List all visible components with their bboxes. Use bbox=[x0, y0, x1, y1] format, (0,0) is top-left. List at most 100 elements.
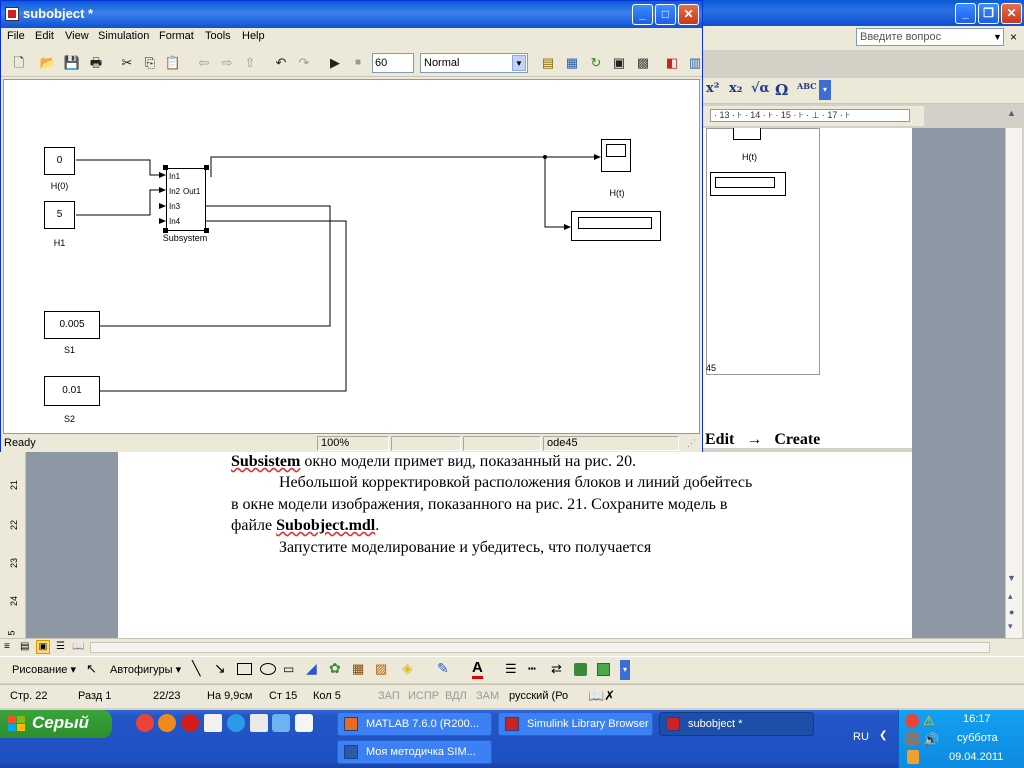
toolbar-options-icon[interactable]: ▾ bbox=[819, 80, 831, 100]
scope-block[interactable] bbox=[601, 139, 631, 172]
tray-network-icon[interactable] bbox=[905, 732, 919, 746]
scroll-down-icon[interactable]: ▼ bbox=[1007, 573, 1016, 583]
toolbar-options-icon[interactable]: ▾ bbox=[620, 660, 630, 680]
stop-time-input[interactable]: 60 bbox=[372, 53, 414, 73]
normal-view-icon[interactable]: ≡ bbox=[4, 641, 10, 652]
start-button[interactable]: Серый bbox=[0, 710, 112, 738]
3d-style-icon[interactable] bbox=[597, 663, 610, 676]
next-page-icon[interactable]: ▾ bbox=[1008, 621, 1013, 632]
line-style-icon[interactable]: ☰ bbox=[505, 661, 517, 677]
library-browser-icon[interactable]: ◧ bbox=[662, 53, 682, 73]
start-simulation-icon[interactable]: ▶ bbox=[325, 53, 345, 73]
build-icon[interactable]: ▤ bbox=[538, 53, 558, 73]
hscroll-track[interactable] bbox=[90, 642, 990, 653]
model-explorer-icon[interactable]: ▣ bbox=[609, 53, 629, 73]
subsystem-block[interactable]: In1 In2 In3 In4 Out1 bbox=[166, 168, 206, 231]
open-icon[interactable]: 📂 bbox=[38, 53, 58, 73]
vertical-scrollbar[interactable] bbox=[1005, 128, 1022, 678]
constant-block-h0[interactable]: 0 bbox=[44, 147, 75, 175]
quicklaunch-desktop-icon[interactable] bbox=[204, 714, 222, 732]
close-button[interactable]: ✕ bbox=[678, 4, 699, 25]
spellcheck-button[interactable]: ABC bbox=[797, 81, 816, 101]
line-color-icon[interactable]: ✎ bbox=[437, 660, 449, 677]
omega-symbol-button[interactable]: Ω bbox=[775, 81, 788, 101]
print-view-icon[interactable]: ▣ bbox=[36, 640, 50, 654]
menu-tools[interactable]: Tools bbox=[205, 30, 231, 42]
status-rec[interactable]: ЗАП bbox=[378, 690, 400, 702]
draw-menu[interactable]: Рисование ▾ bbox=[12, 663, 76, 676]
forward-icon[interactable]: ⇨ bbox=[217, 53, 237, 73]
status-extend[interactable]: ВДЛ bbox=[445, 690, 467, 702]
print-icon[interactable]: 🖶 bbox=[86, 53, 106, 73]
minimize-button[interactable]: _ bbox=[632, 4, 653, 25]
refresh-icon[interactable]: ↻ bbox=[586, 53, 606, 73]
superscript-button[interactable]: x² bbox=[706, 81, 719, 101]
clipart-icon[interactable]: ▦ bbox=[352, 661, 364, 677]
browse-object-icon[interactable]: ● bbox=[1009, 607, 1014, 617]
quicklaunch-app-icon[interactable] bbox=[272, 714, 290, 732]
status-overtype[interactable]: ЗАМ bbox=[476, 690, 499, 702]
model-browser-icon[interactable]: ▥ bbox=[685, 53, 705, 73]
subscript-button[interactable]: x₂ bbox=[729, 81, 742, 101]
horizontal-scrollbar[interactable]: ≡ ▤ ▣ ☰ 📖 bbox=[0, 638, 1024, 656]
volume-icon[interactable]: 🔊 bbox=[923, 732, 939, 748]
menu-simulation[interactable]: Simulation bbox=[98, 30, 149, 42]
constant-block-s2[interactable]: 0.01 bbox=[44, 376, 100, 406]
quicklaunch-firefox-icon[interactable] bbox=[158, 714, 176, 732]
outline-view-icon[interactable]: ☰ bbox=[56, 641, 65, 652]
equation-button[interactable]: √α bbox=[751, 81, 770, 101]
menu-edit[interactable]: Edit bbox=[35, 30, 54, 42]
reading-view-icon[interactable]: 📖 bbox=[72, 641, 84, 652]
paste-icon[interactable]: 📋 bbox=[163, 53, 183, 73]
arrow-tool-icon[interactable]: ↘ bbox=[214, 660, 226, 677]
shadow-style-icon[interactable] bbox=[574, 663, 587, 676]
simulink-titlebar[interactable]: subobject * _ □ ✕ bbox=[1, 1, 702, 28]
font-color-icon[interactable]: A bbox=[472, 659, 483, 679]
constant-block-s1[interactable]: 0.005 bbox=[44, 311, 100, 339]
spelling-status-icon[interactable]: 📖✗ bbox=[588, 688, 615, 704]
line-tool-icon[interactable]: ╲ bbox=[192, 660, 200, 677]
word-close-button[interactable]: ✕ bbox=[1001, 3, 1022, 24]
prev-page-icon[interactable]: ▴ bbox=[1008, 591, 1013, 602]
dash-style-icon[interactable]: ┅ bbox=[528, 661, 536, 677]
language-indicator[interactable]: RU bbox=[853, 731, 869, 743]
quicklaunch-opera2-icon[interactable] bbox=[181, 714, 199, 732]
back-icon[interactable]: ⇦ bbox=[194, 53, 214, 73]
stop-simulation-icon[interactable]: ■ bbox=[348, 53, 368, 73]
display-block[interactable] bbox=[571, 211, 661, 241]
chevron-down-icon[interactable]: ▼ bbox=[992, 29, 1003, 45]
diagram-icon[interactable]: ✿ bbox=[329, 660, 341, 677]
tray-app-icon[interactable] bbox=[907, 750, 919, 764]
copy-icon[interactable]: ⎘ bbox=[140, 53, 160, 73]
autoshapes-menu[interactable]: Автофигуры ▾ bbox=[110, 663, 181, 676]
picture-icon[interactable]: ▨ bbox=[375, 661, 387, 677]
rectangle-tool-icon[interactable] bbox=[237, 663, 252, 675]
resize-grip-icon[interactable]: ⋰ bbox=[687, 438, 696, 449]
web-view-icon[interactable]: ▤ bbox=[20, 641, 29, 652]
up-level-icon[interactable]: ⇧ bbox=[240, 53, 260, 73]
menu-file[interactable]: File bbox=[7, 30, 25, 42]
redo-icon[interactable]: ↷ bbox=[294, 53, 314, 73]
taskbar-button-matlab[interactable]: MATLAB 7.6.0 (R200... bbox=[337, 712, 492, 736]
menu-format[interactable]: Format bbox=[159, 30, 194, 42]
save-icon[interactable]: 💾 bbox=[62, 53, 82, 73]
status-track[interactable]: ИСПР bbox=[408, 690, 439, 702]
undo-icon[interactable]: ↶ bbox=[271, 53, 291, 73]
arrow-style-icon[interactable]: ⇄ bbox=[551, 661, 562, 677]
word-ask-question-input[interactable]: Введите вопрос bbox=[856, 28, 1004, 46]
constant-block-h1[interactable]: 5 bbox=[44, 201, 75, 229]
quicklaunch-doc-icon[interactable] bbox=[250, 714, 268, 732]
menu-view[interactable]: View bbox=[65, 30, 89, 42]
selection-handle[interactable] bbox=[204, 165, 209, 170]
word-maximize-button[interactable]: ❐ bbox=[978, 3, 999, 24]
quicklaunch-messenger-icon[interactable] bbox=[295, 714, 313, 732]
taskbar-button-subobject[interactable]: subobject * bbox=[659, 712, 814, 736]
quicklaunch-opera-icon[interactable] bbox=[136, 714, 154, 732]
taskbar-button-word[interactable]: Моя методичка SIM... bbox=[337, 740, 492, 764]
new-model-icon[interactable]: 🗋 bbox=[9, 53, 29, 73]
tray-opera-icon[interactable] bbox=[905, 714, 919, 728]
chevron-down-icon[interactable]: ▼ bbox=[512, 55, 526, 71]
quicklaunch-ie-icon[interactable] bbox=[227, 714, 245, 732]
clock-time[interactable]: 16:17 bbox=[963, 713, 991, 725]
word-minimize-button[interactable]: _ bbox=[955, 3, 976, 24]
